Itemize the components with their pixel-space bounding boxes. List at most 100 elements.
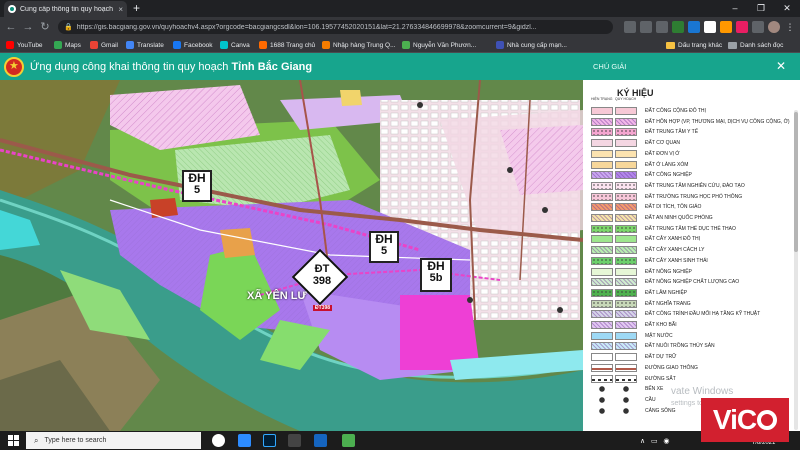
legend-label: ĐẤT CÔNG TRÌNH ĐẦU MỐI HẠ TẦNG KỸ THUẬT (645, 311, 761, 318)
maximize-button[interactable]: ❐ (748, 0, 774, 17)
legend-swatch-existing (591, 374, 613, 383)
camtasia-taskbar-icon[interactable] (342, 434, 355, 447)
taskbar-search-box[interactable]: ⌕ Type here to search (26, 432, 201, 449)
legend-swatch-planned (615, 288, 637, 297)
bookmark-nguyen-van-phuong[interactable]: Nguyễn Văn Phươn... (402, 37, 476, 53)
menu-kebab-icon[interactable]: ⋮ (784, 21, 796, 33)
legend-swatch-existing (591, 299, 613, 308)
legend-row: ĐẤT NUÔI TRỒNG THỦY SẢN (591, 341, 715, 351)
legend-row: ĐẤT KHO BÃI (591, 320, 677, 330)
legend-row: ĐẤT HỖN HỢP (VP, THƯƠNG MẠI, DỊCH VỤ CÔN… (591, 117, 790, 127)
site-title-prefix: Ứng dụng công khai thông tin quy hoạch (30, 60, 232, 73)
legend-swatch-existing (591, 310, 613, 319)
legend-row: ĐẤT CÂY XANH SINH THÁI (591, 256, 708, 266)
browser-tab-bar: Cung cấp thông tin quy hoạch V × + – ❐ ✕ (0, 0, 800, 17)
planning-map[interactable]: ĐH 5 ĐH 5 ĐH 5b ĐT 398 ĐT398 XÃ YÊN LƯ (0, 80, 583, 431)
legend-swatch-planned (615, 310, 637, 319)
legend-label: ĐẤT DI TÍCH, TÔN GIÁO (645, 204, 702, 211)
browser-tab[interactable]: Cung cấp thông tin quy hoạch V × (4, 1, 127, 17)
legend-swatch-existing (591, 160, 613, 169)
legend-label: ĐẤT TRUNG TÂM THỂ DỤC THỂ THAO (645, 225, 736, 232)
shield-line2: 5 (193, 183, 201, 196)
legend-swatch-planned (615, 139, 637, 148)
chrome-taskbar-icon[interactable] (212, 434, 225, 447)
close-window-button[interactable]: ✕ (774, 0, 800, 17)
vico-logo: Vi C (701, 398, 789, 442)
bookmark-other-folder[interactable]: Dấu trang khác (666, 37, 722, 53)
legend-swatch-planned (615, 267, 637, 276)
legend-swatch-planned (615, 171, 637, 180)
key-icon[interactable] (624, 21, 636, 33)
address-bar[interactable]: 🔒 https://gis.bacgiang.gov.vn/quyhoachv4… (58, 20, 613, 34)
photoshop-taskbar-icon[interactable] (263, 434, 276, 447)
extension-orange-icon[interactable] (720, 21, 732, 33)
address-url: https://gis.bacgiang.gov.vn/quyhoachv4.a… (76, 23, 537, 31)
app-taskbar-icon[interactable] (288, 434, 301, 447)
back-icon[interactable]: ← (3, 19, 19, 35)
close-icon[interactable]: ✕ (776, 59, 786, 73)
legend-swatch-planned (615, 235, 637, 244)
legend-swatch-existing (591, 117, 613, 126)
legend-swatch-existing (591, 171, 613, 180)
legend-label: ĐẤT Ở LÀNG XÓM (645, 161, 689, 168)
legend-label: ĐẤT ĐƠN VỊ Ở (645, 150, 680, 157)
star-icon[interactable] (656, 21, 668, 33)
legend-swatch-planned (615, 192, 637, 201)
legend-swatch-planned (615, 246, 637, 255)
bookmark-youtube[interactable]: YouTube (6, 37, 43, 53)
new-tab-button[interactable]: + (133, 1, 140, 15)
legend-swatch-planned (615, 374, 637, 383)
folder-icon (666, 41, 675, 49)
share-icon[interactable] (640, 21, 652, 33)
tray-icons[interactable]: ∧ ▭ ◉ (640, 431, 670, 450)
legend-body[interactable]: KÝ HIỆU HIỆN TRẠNG QUY HOẠCH vate Window… (583, 80, 800, 431)
bookmark-gmail[interactable]: Gmail (90, 37, 118, 53)
legend-swatch-existing (591, 406, 613, 415)
shield-line2: 5 (380, 244, 388, 257)
extension-pink-icon[interactable] (736, 21, 748, 33)
legend-label: ĐẤT LÂM NGHIỆP (645, 289, 688, 296)
youtube-icon (6, 41, 14, 49)
forward-icon[interactable]: → (20, 19, 36, 35)
legend-label: ĐẤT CƠ QUAN (645, 140, 681, 147)
bookmark-label: Dấu trang khác (678, 41, 723, 49)
legend-row: ĐẤT TRUNG TÂM NGHIÊN CỨU, ĐÀO TẠO (591, 181, 745, 191)
legend-label: ĐẤT KHO BÃI (645, 322, 677, 328)
reload-icon[interactable]: ↻ (37, 19, 53, 35)
drive-taskbar-icon[interactable] (314, 434, 327, 447)
legend-label: ĐẤT NGHĨA TRANG (645, 300, 691, 307)
route-shield-dh5-west: ĐH 5 (182, 170, 212, 202)
tab-title: Cung cấp thông tin quy hoạch V (20, 5, 116, 13)
tab-close-icon[interactable]: × (118, 5, 123, 14)
extensions-puzzle-icon[interactable] (752, 21, 764, 33)
profile-avatar[interactable] (768, 21, 780, 33)
extension-green-icon[interactable] (672, 21, 684, 33)
extension-white-icon[interactable] (704, 21, 716, 33)
legend-label: ĐẤT DỰ TRỮ (645, 354, 677, 361)
search-icon: ⌕ (34, 435, 39, 445)
legend-row: ĐẤT TRUNG TÂM THỂ DỤC THỂ THAO (591, 224, 736, 234)
extension-blue-icon[interactable] (688, 21, 700, 33)
legend-swatch-existing (591, 288, 613, 297)
bookmark-canva[interactable]: Canva (220, 37, 250, 53)
legend-swatch-planned (615, 363, 637, 372)
legend-label: ĐẤT CÔNG NGHIỆP (645, 172, 692, 179)
legend-row: ĐƯỜNG GIAO THÔNG (591, 363, 698, 373)
legend-row: ĐẤT DI TÍCH, TÔN GIÁO (591, 202, 701, 212)
zoom-taskbar-icon[interactable] (238, 434, 251, 447)
bookmark-nhap-hang[interactable]: Nhập hàng Trung Q... (322, 37, 396, 53)
legend-swatch-existing (591, 246, 613, 255)
windows-start-icon[interactable] (8, 435, 19, 446)
legend-swatch-existing (591, 181, 613, 190)
minimize-button[interactable]: – (722, 0, 748, 17)
bookmark-facebook[interactable]: Facebook (173, 37, 213, 53)
reading-list[interactable]: Danh sách đọc (728, 37, 783, 53)
bookmark-nha-cung-cap[interactable]: Nhà cung cấp mạn... (496, 37, 567, 53)
bookmark-1688[interactable]: 1688 Trang chủ (259, 37, 315, 53)
bookmark-translate[interactable]: Translate (126, 37, 164, 53)
search-placeholder: Type here to search (44, 437, 107, 444)
legend-scrollbar-thumb[interactable] (794, 112, 798, 252)
bookmark-maps[interactable]: Maps (54, 37, 81, 53)
legend-label: ĐẤT NUÔI TRỒNG THỦY SẢN (645, 343, 715, 350)
legend-label: ĐẤT NÔNG NGHIỆP CHẤT LƯỢNG CAO (645, 279, 740, 286)
